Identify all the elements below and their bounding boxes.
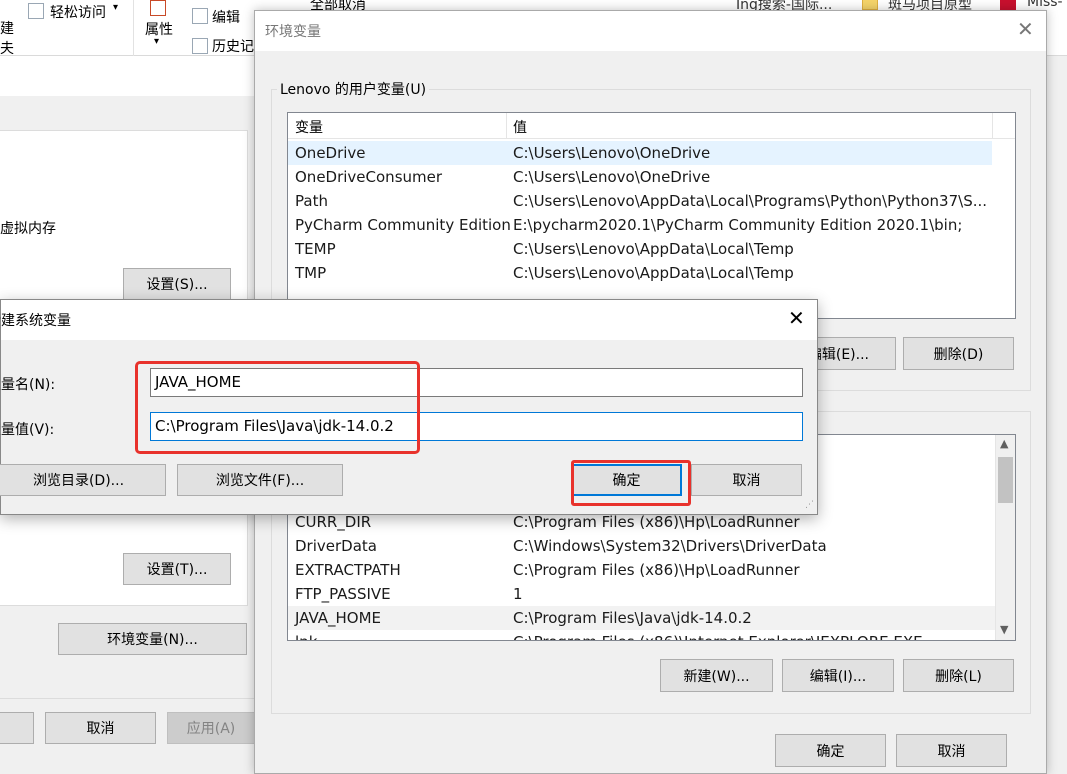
settings-t-button[interactable]: 设置(T)...: [123, 553, 231, 585]
var-value: C:\Users\Lenovo\OneDrive: [513, 144, 711, 162]
new-var-titlebar: 新建系统变量 ✕: [0, 300, 817, 340]
sysprops-divider: [0, 698, 254, 699]
list-item[interactable]: OneDriveConsumer C:\Users\Lenovo\OneDriv…: [288, 165, 1015, 189]
var-name: CURR_DIR: [295, 513, 372, 531]
var-name: TMP: [295, 264, 327, 282]
var-name: JAVA_HOME: [295, 609, 382, 627]
sysprops-cancel-button[interactable]: 取消: [45, 712, 156, 744]
sysprops-apply-button[interactable]: 应用(A): [167, 712, 255, 744]
ribbon-new-fragment-2: 夫: [0, 41, 14, 57]
new-var-title: 新建系统变量: [0, 313, 71, 329]
resize-grip-icon[interactable]: ⋰: [805, 500, 814, 510]
app-logo-icon: [1000, 0, 1016, 10]
scrollbar-thumb[interactable]: [998, 457, 1013, 503]
ribbon-new-fragment-1: 建: [0, 21, 14, 37]
settings-s-button[interactable]: 设置(S)...: [123, 268, 231, 300]
properties-icon: [150, 0, 166, 16]
virtual-memory-label: 虚拟内存: [0, 221, 56, 237]
close-icon[interactable]: ✕: [788, 306, 805, 330]
var-name: Path: [295, 192, 328, 210]
system-new-button[interactable]: 新建(W)...: [660, 659, 773, 692]
var-value: 1: [513, 585, 523, 603]
system-delete-button[interactable]: 删除(L): [903, 659, 1014, 692]
var-name: TEMP: [295, 240, 336, 258]
sysprops-ok-button[interactable]: [0, 712, 34, 744]
chevron-up-icon[interactable]: ▲: [1000, 437, 1008, 450]
var-name: PyCharm Community Edition: [295, 216, 511, 234]
variable-name-label: 变量名(N):: [0, 377, 56, 393]
new-var-cancel-button[interactable]: 取消: [691, 464, 802, 496]
var-value: C:\Program Files (x86)\Internet Explorer…: [513, 633, 923, 640]
var-name: FTP_PASSIVE: [295, 585, 391, 603]
new-system-variable-dialog: 新建系统变量 ✕ 变量名(N): JAVA_HOME 变量值(V): C:\Pr…: [0, 299, 818, 515]
var-name: DriverData: [295, 537, 377, 555]
ribbon-easy-access[interactable]: 轻松访问: [50, 2, 106, 22]
var-value: C:\Program Files\Java\jdk-14.0.2: [513, 609, 752, 627]
env-ok-button[interactable]: 确定: [775, 734, 886, 767]
var-name: lpk: [295, 633, 317, 640]
env-cancel-button[interactable]: 取消: [896, 734, 1007, 767]
user-list-header: 变量 值: [288, 113, 1015, 139]
env-title: 环境变量: [265, 24, 321, 40]
env-titlebar: 环境变量 ✕: [255, 11, 1046, 51]
column-separator[interactable]: [992, 113, 993, 139]
highlight-annotation: [571, 460, 691, 506]
var-value: C:\Users\Lenovo\AppData\Local\Temp: [513, 240, 794, 258]
var-value: C:\Program Files (x86)\Hp\LoadRunner: [513, 513, 800, 531]
var-name: EXTRACTPATH: [295, 561, 401, 579]
chevron-down-icon: ▾: [154, 36, 160, 47]
var-value: C:\Program Files (x86)\Hp\LoadRunner: [513, 561, 800, 579]
var-value: C:\Windows\System32\Drivers\DriverData: [513, 537, 827, 555]
user-delete-button[interactable]: 删除(D): [903, 337, 1014, 370]
list-item[interactable]: PyCharm Community Edition E:\pycharm2020…: [288, 213, 1015, 237]
variable-value-label: 变量值(V):: [0, 422, 55, 438]
chevron-down-icon[interactable]: ▼: [1000, 623, 1008, 636]
close-icon[interactable]: ✕: [1017, 17, 1034, 41]
list-item[interactable]: TEMP C:\Users\Lenovo\AppData\Local\Temp: [288, 237, 1015, 261]
ribbon-edit[interactable]: 编辑: [212, 7, 240, 27]
var-name: OneDriveConsumer: [295, 168, 443, 186]
history-icon: [192, 38, 208, 54]
list-item[interactable]: Path C:\Users\Lenovo\AppData\Local\Progr…: [288, 189, 1015, 213]
browse-directory-button[interactable]: 浏览目录(D)...: [0, 464, 166, 496]
taskbar-tab-3[interactable]: Miss-: [1027, 0, 1063, 10]
browse-file-button[interactable]: 浏览文件(F)...: [177, 464, 343, 496]
var-name: OneDrive: [295, 144, 366, 162]
user-variables-list[interactable]: 变量 值 OneDrive C:\Users\Lenovo\OneDrive O…: [287, 112, 1016, 319]
list-item[interactable]: TMP C:\Users\Lenovo\AppData\Local\Temp: [288, 261, 1015, 285]
var-value: C:\Users\Lenovo\AppData\Local\Programs\P…: [513, 192, 988, 210]
user-col-value[interactable]: 值: [513, 117, 527, 137]
environment-variables-button[interactable]: 环境变量(N)...: [58, 623, 247, 655]
ribbon-history[interactable]: 历史记: [212, 36, 254, 56]
var-value: C:\Users\Lenovo\OneDrive: [513, 168, 711, 186]
var-value: C:\Users\Lenovo\AppData\Local\Temp: [513, 264, 794, 282]
user-variables-label: Lenovo 的用户变量(U): [277, 79, 430, 99]
list-item[interactable]: lpk C:\Program Files (x86)\Internet Expl…: [288, 630, 1015, 640]
list-item[interactable]: DriverData C:\Windows\System32\Drivers\D…: [288, 534, 1015, 558]
edit-icon: [192, 8, 208, 24]
list-item[interactable]: OneDrive C:\Users\Lenovo\OneDrive: [288, 141, 992, 165]
system-edit-button[interactable]: 编辑(I)...: [782, 659, 894, 692]
folder-icon: [862, 0, 878, 10]
user-col-variable[interactable]: 变量: [295, 117, 323, 137]
list-item[interactable]: EXTRACTPATH C:\Program Files (x86)\Hp\Lo…: [288, 558, 1015, 582]
list-item[interactable]: FTP_PASSIVE 1: [288, 582, 1015, 606]
chevron-down-icon: ▾: [113, 2, 119, 13]
list-item[interactable]: JAVA_HOME C:\Program Files\Java\jdk-14.0…: [288, 606, 996, 630]
system-list-scrollbar[interactable]: ▲ ▼: [995, 435, 1015, 640]
var-value: E:\pycharm2020.1\PyCharm Community Editi…: [513, 216, 963, 234]
easy-access-icon: [28, 3, 44, 19]
ribbon-divider: [133, 0, 134, 56]
column-separator[interactable]: [506, 113, 507, 139]
highlight-annotation: [135, 361, 420, 454]
sysprops-titlebar: [0, 56, 254, 96]
